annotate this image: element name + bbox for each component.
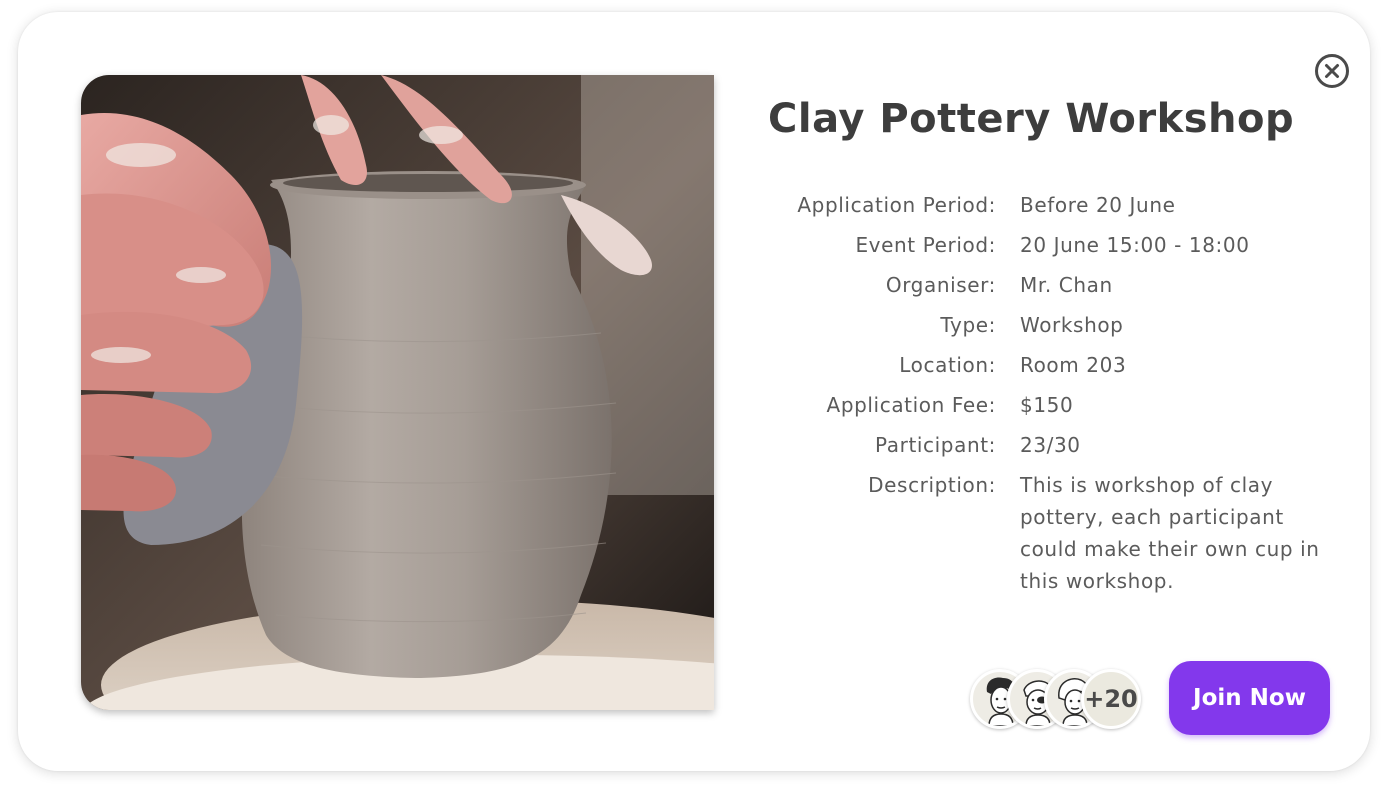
detail-label: Application Period: — [797, 193, 996, 217]
detail-value: Mr. Chan — [1020, 273, 1113, 297]
detail-row-application-period: Application Period: Before 20 June — [770, 192, 1330, 218]
detail-row-type: Type: Workshop — [770, 312, 1330, 338]
participant-avatars[interactable]: +20 — [970, 669, 1150, 731]
detail-value: 23/30 — [1020, 433, 1081, 457]
detail-value: 20 June 15:00 - 18:00 — [1020, 233, 1250, 257]
more-participants-badge: +20 — [1081, 669, 1141, 729]
event-details: Application Period: Before 20 June Event… — [770, 192, 1330, 611]
detail-row-event-period: Event Period: 20 June 15:00 - 18:00 — [770, 232, 1330, 258]
detail-label: Event Period: — [855, 233, 996, 257]
detail-label: Type: — [940, 313, 996, 337]
detail-row-description: Description: This is workshop of clay po… — [770, 472, 1330, 597]
detail-value: This is workshop of clay pottery, each p… — [1020, 473, 1320, 593]
detail-label: Location: — [899, 353, 996, 377]
detail-label: Description: — [868, 473, 996, 497]
detail-value: Before 20 June — [1020, 193, 1176, 217]
detail-row-location: Location: Room 203 — [770, 352, 1330, 378]
event-title: Clay Pottery Workshop — [768, 96, 1295, 142]
event-photo — [81, 75, 714, 710]
detail-value: $150 — [1020, 393, 1074, 417]
detail-label: Organiser: — [885, 273, 996, 297]
detail-label: Participant: — [875, 433, 996, 457]
close-circle-icon — [1315, 54, 1349, 88]
detail-label: Application Fee: — [826, 393, 996, 417]
detail-value: Room 203 — [1020, 353, 1127, 377]
close-button[interactable] — [1314, 53, 1350, 89]
detail-value: Workshop — [1020, 313, 1124, 337]
detail-row-organiser: Organiser: Mr. Chan — [770, 272, 1330, 298]
join-now-button[interactable]: Join Now — [1169, 661, 1330, 735]
detail-row-participant: Participant: 23/30 — [770, 432, 1330, 458]
detail-row-application-fee: Application Fee: $150 — [770, 392, 1330, 418]
